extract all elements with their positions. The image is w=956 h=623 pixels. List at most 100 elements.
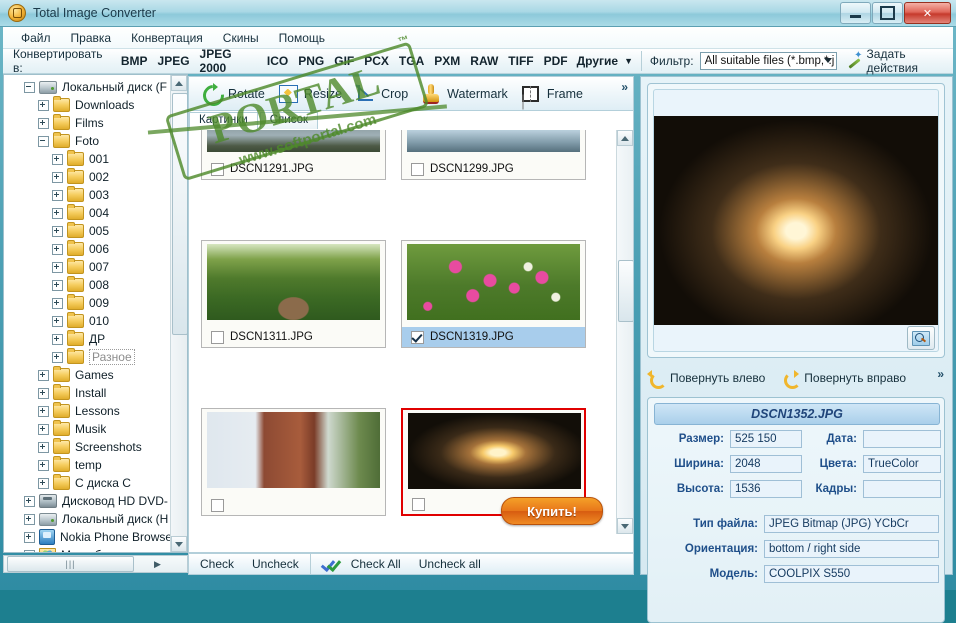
tree-node[interactable]: 008 — [4, 276, 172, 294]
tree-node[interactable]: ДР — [4, 330, 172, 348]
format-button-pcx[interactable]: PCX — [359, 52, 394, 70]
thumbnail-checkbox[interactable] — [211, 498, 224, 512]
thumbnail-grid[interactable]: DSCN1291.JPG DSCN1299.JPG DSCN1311.JPG DSCN… — [189, 130, 618, 534]
thumbnail-checkbox[interactable] — [211, 330, 224, 344]
format-button-tga[interactable]: TGA — [394, 52, 429, 70]
minimize-button[interactable] — [840, 2, 871, 24]
info-value-orientation[interactable]: bottom / right side — [764, 540, 939, 558]
rotate-button[interactable]: Rotate — [201, 82, 265, 105]
format-button-pxm[interactable]: PXM — [429, 52, 465, 70]
tab-list[interactable]: Список — [259, 112, 319, 129]
thumbnail-checkbox[interactable] — [411, 330, 424, 344]
rotate-left-button[interactable]: Повернуть влево — [647, 370, 765, 389]
menu-item-help[interactable]: Помощь — [269, 29, 335, 47]
tab-pictures[interactable]: Картинки — [189, 112, 258, 129]
menu-item-edit[interactable]: Правка — [61, 29, 122, 47]
menu-item-file[interactable]: Файл — [11, 29, 61, 47]
expand-icon[interactable] — [52, 261, 63, 273]
format-button-jpeg[interactable]: JPEG — [153, 52, 195, 70]
thumbnail-cell[interactable] — [201, 408, 386, 516]
thumbnail-cell[interactable]: DSCN1299.JPG — [401, 130, 586, 180]
expand-icon[interactable] — [52, 297, 63, 309]
expand-icon[interactable] — [24, 531, 35, 543]
set-actions-button[interactable]: Задать действия — [847, 47, 953, 75]
format-button-jpeg2000[interactable]: JPEG 2000 — [195, 45, 262, 77]
info-value-date[interactable] — [863, 430, 941, 448]
tree-node[interactable]: 010 — [4, 312, 172, 330]
format-button-gif[interactable]: GIF — [329, 52, 359, 70]
tree-hscroll-thumb[interactable]: ||| — [7, 556, 134, 572]
thumbnail-checkbox[interactable] — [211, 162, 224, 176]
tree-node[interactable]: Musik — [4, 420, 172, 438]
uncheck-all-button[interactable]: Uncheck all — [412, 556, 488, 572]
expand-icon[interactable] — [52, 243, 63, 255]
menu-item-conversion[interactable]: Конвертация — [121, 29, 213, 47]
tree-scroll-up-button[interactable] — [171, 75, 187, 91]
expand-icon[interactable] — [38, 99, 49, 111]
expand-icon[interactable] — [38, 387, 49, 399]
preview-zoom-button[interactable] — [907, 326, 935, 350]
maximize-button[interactable] — [872, 2, 903, 24]
tree-node[interactable]: 007 — [4, 258, 172, 276]
tree-node[interactable]: temp — [4, 456, 172, 474]
close-button[interactable]: ✕ — [904, 2, 951, 24]
expand-icon[interactable] — [52, 153, 63, 165]
expand-icon[interactable] — [38, 459, 49, 471]
tree-node[interactable]: Games — [4, 366, 172, 384]
check-all-button[interactable]: Check All — [344, 556, 408, 572]
thumbnail-cell[interactable]: DSCN1311.JPG — [201, 240, 386, 348]
tree-node[interactable]: Downloads — [4, 96, 172, 114]
tree-node[interactable]: 005 — [4, 222, 172, 240]
info-value-colors[interactable]: TrueColor — [863, 455, 941, 473]
rotate-right-button[interactable]: Повернуть вправо — [781, 370, 906, 389]
tree-node[interactable]: Nokia Phone Browse — [4, 528, 172, 546]
tree-node[interactable]: 009 — [4, 294, 172, 312]
tree-node[interactable]: 003 — [4, 186, 172, 204]
tree-node[interactable]: Мои общие папки — [4, 546, 172, 552]
expand-icon[interactable] — [38, 441, 49, 453]
grid-scroll-up-button[interactable] — [617, 130, 633, 146]
format-button-png[interactable]: PNG — [293, 52, 329, 70]
tree-node[interactable]: Install — [4, 384, 172, 402]
grid-scroll-thumb[interactable] — [618, 260, 633, 322]
expand-icon[interactable] — [52, 333, 63, 345]
expand-icon[interactable] — [52, 171, 63, 183]
expand-icon[interactable] — [52, 225, 63, 237]
info-value-filetype[interactable]: JPEG Bitmap (JPG) YCbCr — [764, 515, 939, 533]
tree-node[interactable]: 004 — [4, 204, 172, 222]
expand-icon[interactable] — [52, 315, 63, 327]
expand-icon[interactable] — [24, 549, 35, 552]
tree-scroll-down-button[interactable] — [171, 536, 187, 552]
grid-vertical-scrollbar[interactable] — [616, 130, 633, 534]
tree-node[interactable]: 001 — [4, 150, 172, 168]
format-button-ico[interactable]: ICO — [262, 52, 293, 70]
expand-icon[interactable] — [52, 189, 63, 201]
thumbnail-checkbox[interactable] — [412, 497, 425, 511]
filter-select[interactable]: All suitable files (*.bmp,*.j — [699, 52, 837, 70]
rotate-toolbar-overflow-icon[interactable]: » — [937, 367, 944, 381]
info-value-height[interactable]: 1536 — [730, 480, 802, 498]
toolbar-overflow-icon[interactable]: » — [621, 80, 628, 94]
check-button[interactable]: Check — [193, 556, 241, 572]
format-button-raw[interactable]: RAW — [465, 52, 503, 70]
tree-hscroll-right-arrow[interactable]: ▶ — [154, 559, 161, 570]
frame-button[interactable]: Frame — [520, 83, 583, 105]
tree-node[interactable]: 002 — [4, 168, 172, 186]
chevron-down-icon[interactable]: ▼ — [624, 56, 633, 66]
expand-icon[interactable] — [52, 207, 63, 219]
format-button-tiff[interactable]: TIFF — [503, 52, 538, 70]
tree-node[interactable]: Дисковод HD DVD- — [4, 492, 172, 510]
expand-icon[interactable] — [52, 279, 63, 291]
collapse-icon[interactable] — [24, 81, 35, 93]
format-button-bmp[interactable]: BMP — [116, 52, 153, 70]
tree-node[interactable]: 006 — [4, 240, 172, 258]
tree-horizontal-scrollbar[interactable]: ||| ▶ — [3, 555, 188, 573]
expand-icon[interactable] — [24, 495, 35, 507]
tree-node[interactable]: Films — [4, 114, 172, 132]
expand-icon[interactable] — [38, 477, 49, 489]
resize-button[interactable]: Resize — [277, 83, 342, 105]
folder-tree[interactable]: Локальный диск (F Downloads Films Foto 001 00… — [4, 75, 172, 552]
expand-icon[interactable] — [52, 351, 63, 363]
tree-node[interactable]: Разное — [4, 348, 172, 366]
tree-node[interactable]: Screenshots — [4, 438, 172, 456]
